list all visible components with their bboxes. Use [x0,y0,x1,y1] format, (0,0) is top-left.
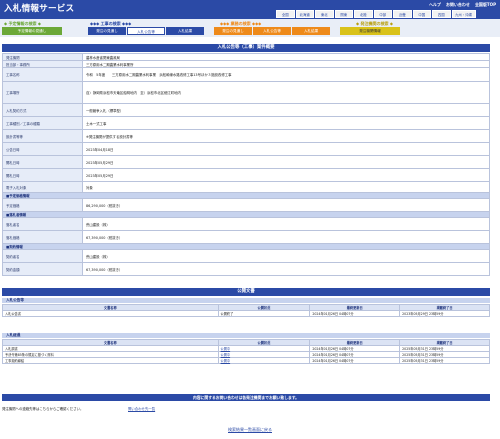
detail-table: 発注機関 農林水産省関東農政局 担当部・事務所 三方原用水二期農業水利事業所 工事名… [2,53,490,276]
tab-gyomu-koukoku[interactable]: 入札公告等 [253,27,291,35]
detail-row: 落札価格 67,390,000（税抜き） [2,230,490,244]
national-top-link[interactable]: 全国版TOP [475,2,496,8]
docs-section-koukoku: 入札公告等 [2,298,490,303]
detail-key: 入札契約方式 [2,103,83,117]
detail-value: 対象 [82,181,490,193]
detail-value: 自）静岡県浜松市天竜区船明地内 至）浜松市北区細江町地内 [82,81,490,104]
region-tab[interactable]: 四国 [432,10,451,18]
detail-key: 落札価格 [2,230,83,244]
help-link[interactable]: ヘルプ [429,2,441,8]
tab-gyomu-result[interactable]: 入札結果 [292,27,330,35]
docs-koukoku-table: 文書名称 公開状況 最終更新日 掲載終了日 入札公告書 公開終了 2024年01… [2,304,490,317]
detail-key: 開札日時 [2,155,83,169]
doc-end: 2025年05月31日 23時59分 [399,357,490,364]
detail-value: 荒山建設（株） [82,249,490,263]
doc-updated: 2024年01月26日 04時07分 [309,357,401,364]
detail-value: 86,290,000（税抜き） [82,198,490,212]
detail-value: 農林水産省関東農政局 [82,53,490,61]
header: 入札情報サービス ヘルプ お問い合わせ 全国版TOP 全国 北海道 東北 関東 … [0,0,500,19]
detail-row: 電子入札対象 対象 [2,181,490,193]
detail-key: 設計書等等 [2,129,83,143]
back-to-results-link[interactable]: 検索結果一覧画面に戻る [0,427,500,433]
table-row: 入札公告書 公開終了 2024年01月26日 04時07分 2023年05月29… [2,310,490,317]
region-tab[interactable]: 東北 [315,10,334,18]
detail-row: 開札日時 2023年05月29日 [2,168,490,182]
detail-row: 公告日時 2023年04月18日 [2,142,490,156]
tab-kouji-outlook[interactable]: 発注の見通し [88,27,126,35]
docs-title: 公開文書 [2,288,490,296]
detail-key: 工事種別／工事の種類 [2,116,83,130]
detail-row: 契約金額 67,390,000（税抜き） [2,262,490,276]
detail-row: 開札日時 2023年05月29日 [2,155,490,169]
region-tab[interactable]: 関東 [334,10,353,18]
tab-forecast-outlook[interactable]: 予定情報の見通し [2,27,62,35]
detail-row: 落札者名 荒山建設（株） [2,217,490,231]
detail-value: 令和 5年度 三方原用水二期農業水利事業 浜松幹線水路改修工事13号ほか３施設改… [82,67,490,82]
detail-key: 発注機関 [2,53,83,61]
detail-key: 電子入札対象 [2,181,83,193]
detail-key: 契約者名 [2,249,83,263]
doc-end: 2023年05月29日 23時59分 [399,310,490,317]
region-tab[interactable]: 全国 [276,10,295,18]
contact-link[interactable]: お問い合わせ [446,2,470,8]
detail-value: 67,390,000（税抜き） [82,262,490,276]
contact-list-link[interactable]: 問い合わせ先一覧 [128,406,155,411]
detail-row: 担当部・事務所 三方原用水二期農業水利事業所 [2,60,490,68]
detail-value: 荒山建設（株） [82,217,490,231]
region-tab[interactable]: 中国 [412,10,431,18]
detail-key: 担当部・事務所 [2,60,83,68]
detail-key: 予定価格 [2,198,83,212]
detail-value: 土木一式工事 [82,116,490,130]
detail-row: 設計書等等 ※発注機関が提供する設計書等 [2,129,490,143]
detail-key: 契約金額 [2,262,83,276]
doc-name: 工事契約締結 [2,357,219,364]
detail-value: 2023年04月18日 [82,142,490,156]
detail-row: 工事名称 令和 5年度 三方原用水二期農業水利事業 浜松幹線水路改修工事13号ほか… [2,67,490,82]
doc-status: 公開終了 [217,310,311,317]
region-tab[interactable]: 北海道 [295,10,314,18]
detail-row: 工事種別／工事の種類 土木一式工事 [2,116,490,130]
detail-key: 開札日時 [2,168,83,182]
region-tabs: 全国 北海道 東北 関東 北陸 中部 近畿 中国 四国 九州・沖縄 [276,10,476,18]
docs-section-kekka: 入札経過 [2,333,490,338]
detail-value: 2023年05月29日 [82,155,490,169]
detail-key: 落札者名 [2,217,83,231]
doc-status-link[interactable]: 公開中 [217,357,311,364]
tab-kouji-koukoku[interactable]: 入札公告等 [127,27,165,35]
top-links: ヘルプ お問い合わせ 全国版TOP [429,2,496,8]
detail-value: 一般競争入札（標準型） [82,103,490,117]
docs-kekka-table: 文書名称 公開状況 最終更新日 掲載終了日 入札調書 公開中 2024年01月2… [2,339,490,364]
doc-name: 入札公告書 [2,310,219,317]
detail-key: 工事名称 [2,67,83,82]
detail-row: 発注機関 農林水産省関東農政局 [2,53,490,61]
detail-row: 入札契約方式 一般競争入札（標準型） [2,103,490,117]
tab-kouji-result[interactable]: 入札結果 [166,27,204,35]
contact-bar: 内容に関するお問い合わせは各発注機関までお願い致します。 [2,394,490,401]
detail-value: 2023年05月29日 [82,168,490,182]
app-title: 入札情報サービス [4,4,75,14]
region-tab[interactable]: 北陸 [354,10,373,18]
detail-value: 67,390,000（税抜き） [82,230,490,244]
detail-row: 契約者名 荒山建設（株） [2,249,490,263]
tab-agency-info[interactable]: 発注機関情報 [340,27,400,35]
detail-key: 工事場所 [2,81,83,104]
table-row: 工事契約締結 公開中 2024年01月26日 04時07分 2025年05月31… [2,357,490,364]
detail-row: 予定価格 86,290,000（税抜き） [2,198,490,212]
region-tab[interactable]: 近畿 [393,10,412,18]
detail-key: 公告日時 [2,142,83,156]
detail-value: 三方原用水二期農業水利事業所 [82,60,490,68]
tab-gyomu-outlook[interactable]: 発注の見通し [214,27,252,35]
region-tab[interactable]: 九州・沖縄 [451,10,476,18]
detail-value: ※発注機関が提供する設計書等 [82,129,490,143]
detail-row: 工事場所 自）静岡県浜松市天竜区船明地内 至）浜松市北区細江町地内 [2,81,490,104]
contact-text: 発注機関への連絡先等はこちらからご確認ください。 [2,407,84,411]
detail-title: 入札公告等（工事）案件概要 [2,44,490,52]
region-tab[interactable]: 中部 [373,10,392,18]
search-nav: ◆ 予定情報の検索 ◆ 予定情報の見通し ◆◆◆ 工事の検索 ◆◆◆ 発注の見通… [0,19,500,37]
doc-updated: 2024年01月26日 04時07分 [309,310,401,317]
